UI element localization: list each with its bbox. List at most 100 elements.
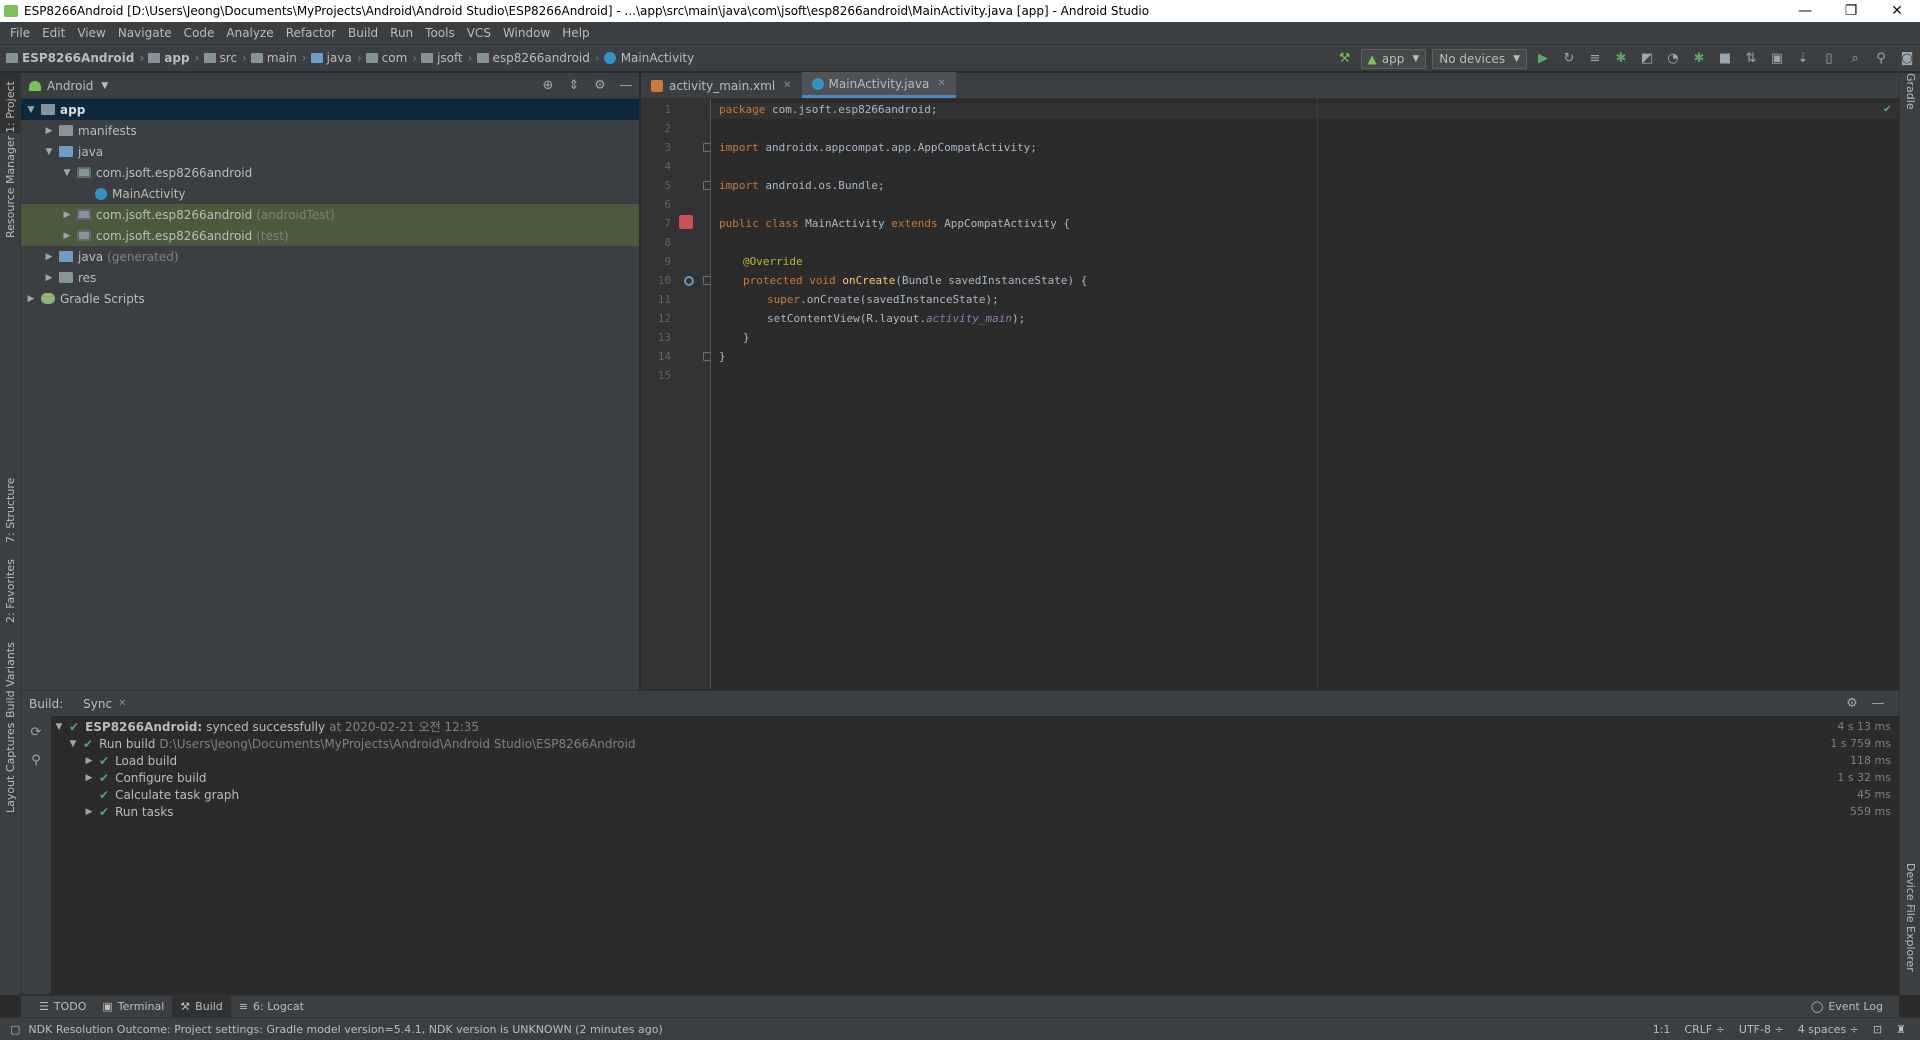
collapsed-arrow-icon[interactable]: ▶ [43, 273, 55, 283]
collapsed-arrow-icon[interactable]: ▶ [43, 126, 55, 136]
tool-tab-resource-manager[interactable]: Resource Manager [0, 136, 21, 238]
coverage-icon[interactable]: ◩ [1635, 49, 1659, 69]
tool-tab-build-variants[interactable]: Build Variants [0, 633, 21, 718]
apply-code-changes-icon[interactable]: ≡ [1583, 49, 1607, 69]
breadcrumb-src[interactable]: src › [203, 51, 247, 65]
breadcrumb-jsoft[interactable]: jsoft › [421, 51, 473, 65]
tree-item-manifests[interactable]: ▶ manifests [21, 120, 639, 141]
tab-mainactivity-java[interactable]: MainActivity.java ✕ [801, 72, 956, 98]
menu-navigate[interactable]: Navigate [112, 26, 178, 40]
breadcrumb-mainactivity[interactable]: MainActivity [603, 51, 694, 65]
menu-vcs[interactable]: VCS [461, 26, 497, 40]
build-row[interactable]: ▶ ✔ Configure build 1 s 32 ms [51, 769, 1899, 786]
status-message[interactable]: NDK Resolution Outcome: Project settings… [28, 1023, 662, 1036]
notifications-icon[interactable]: ♜ [1896, 1023, 1906, 1036]
menu-code[interactable]: Code [178, 26, 221, 40]
user-icon[interactable]: ◙ [1895, 49, 1919, 69]
build-row[interactable]: ▼ ✔ ESP8266Android: synced successfully at 2… [51, 718, 1899, 735]
collapsed-arrow-icon[interactable]: ▶ [83, 807, 95, 817]
search-icon[interactable]: ⚲ [1869, 49, 1893, 69]
menu-window[interactable]: Window [497, 26, 556, 40]
tool-tab-device-file-explorer[interactable]: Device File Explorer [1900, 863, 1920, 993]
tool-tab-build[interactable]: ⚒ Build [172, 995, 231, 1018]
avd-manager-icon[interactable]: ▯ [1817, 49, 1841, 69]
caret-position[interactable]: 1:1 [1653, 1023, 1671, 1036]
tool-tab-structure[interactable]: 7: Structure [0, 473, 21, 543]
tree-item-gradle-scripts[interactable]: ▶ Gradle Scripts [21, 288, 639, 309]
run-icon[interactable]: ▶ [1531, 49, 1555, 69]
build-row[interactable]: ▼ ✔ Run build D:\Users\Jeong\Documents\MyPr… [51, 735, 1899, 752]
attach-debugger-icon[interactable]: ✱ [1687, 49, 1711, 69]
menu-tools[interactable]: Tools [419, 26, 461, 40]
debug-icon[interactable]: ✱ [1609, 49, 1633, 69]
tab-sync[interactable]: Sync [77, 697, 118, 711]
breadcrumb-app[interactable]: app › [148, 51, 200, 65]
tree-item-java[interactable]: ▼ java [21, 141, 639, 162]
collapsed-arrow-icon[interactable]: ▶ [83, 773, 95, 783]
breadcrumb-esp8266android[interactable]: esp8266android › [476, 51, 600, 65]
expanded-arrow-icon[interactable]: ▼ [25, 105, 37, 115]
tree-item-package-main[interactable]: ▼ com.jsoft.esp8266android [21, 162, 639, 183]
collapsed-arrow-icon[interactable]: ▶ [83, 756, 95, 766]
menu-analyze[interactable]: Analyze [220, 26, 279, 40]
chevron-down-icon[interactable]: ▼ [101, 81, 108, 91]
tab-activity-main-xml[interactable]: activity_main.xml ✕ [641, 73, 802, 98]
expanded-arrow-icon[interactable]: ▼ [61, 168, 73, 178]
override-method-icon[interactable] [684, 276, 694, 286]
build-row[interactable]: ▶ ✔ Run tasks 559 ms [51, 803, 1899, 820]
breadcrumb-java[interactable]: java › [310, 51, 362, 65]
collapsed-arrow-icon[interactable]: ▶ [25, 294, 37, 304]
menu-build[interactable]: Build [342, 26, 384, 40]
menu-help[interactable]: Help [556, 26, 595, 40]
tool-tab-terminal[interactable]: ▣ Terminal [94, 996, 172, 1018]
breadcrumb-project[interactable]: ESP8266Android › [6, 51, 144, 65]
tree-item-res[interactable]: ▶ res [21, 267, 639, 288]
hide-panel-icon[interactable]: — [614, 76, 638, 96]
collapsed-arrow-icon[interactable]: ▶ [43, 252, 55, 262]
line-separator-select[interactable]: CRLF ÷ [1684, 1023, 1725, 1036]
encoding-select[interactable]: UTF-8 ÷ [1739, 1023, 1784, 1036]
project-structure-icon[interactable]: ▣ [1765, 49, 1789, 69]
collapsed-arrow-icon[interactable]: ▶ [61, 210, 73, 220]
android-activity-icon[interactable] [679, 215, 693, 229]
run-configuration-select[interactable]: ▲ app ▼ [1360, 48, 1427, 69]
sdk-manager-icon[interactable]: ⇣ [1791, 49, 1815, 69]
restart-sync-icon[interactable]: ⟳ [24, 722, 48, 742]
gear-icon[interactable]: ⚙ [588, 76, 612, 96]
collapse-all-icon[interactable]: ⇕ [562, 76, 586, 96]
tool-tab-project[interactable]: 1: Project [0, 73, 21, 133]
tree-item-package-test[interactable]: ▶ com.jsoft.esp8266android (test) [21, 225, 639, 246]
pin-icon[interactable]: ⚲ [24, 750, 48, 770]
collapsed-arrow-icon[interactable]: ▶ [61, 231, 73, 241]
tree-item-mainactivity[interactable]: MainActivity [21, 183, 639, 204]
close-tab-icon[interactable]: ✕ [937, 78, 945, 89]
menu-refactor[interactable]: Refactor [280, 26, 342, 40]
tool-tab-gradle[interactable]: Gradle [1900, 73, 1920, 133]
restore-button[interactable]: ❐ [1828, 3, 1874, 19]
profile-icon[interactable]: ◔ [1661, 49, 1685, 69]
tool-tab-logcat[interactable]: ≡ 6: Logcat [231, 996, 312, 1018]
apply-changes-icon[interactable]: ↻ [1557, 49, 1581, 69]
build-row[interactable]: ▶ ✔ Load build 118 ms [51, 752, 1899, 769]
tool-tab-layout-captures[interactable]: Layout Captures [0, 723, 21, 813]
menu-view[interactable]: View [71, 26, 111, 40]
tool-tab-favorites[interactable]: 2: Favorites [0, 551, 21, 623]
tree-item-java-generated[interactable]: ▶ java (generated) [21, 246, 639, 267]
tool-tab-event-log[interactable]: ◯ Event Log [1803, 996, 1891, 1018]
breadcrumb-main[interactable]: main › [250, 51, 307, 65]
close-tab-icon[interactable]: ✕ [118, 698, 126, 709]
expanded-arrow-icon[interactable]: ▼ [43, 147, 55, 157]
tool-tab-todo[interactable]: ☰ TODO [31, 996, 94, 1018]
expanded-arrow-icon[interactable]: ▼ [67, 739, 79, 749]
expanded-arrow-icon[interactable]: ▼ [53, 722, 65, 732]
code-editor[interactable]: package com.jsoft.esp8266android; import… [711, 99, 1899, 689]
locate-icon[interactable]: ⊕ [536, 76, 560, 96]
tree-item-app[interactable]: ▼ app [21, 99, 639, 120]
make-project-hammer-icon[interactable]: ⚒ [1333, 49, 1357, 69]
hide-panel-icon[interactable]: — [1866, 694, 1890, 714]
tree-item-package-androidtest[interactable]: ▶ com.jsoft.esp8266android (androidTest) [21, 204, 639, 225]
status-toggle-icon[interactable]: ▢ [10, 1023, 20, 1036]
minimize-button[interactable]: — [1782, 3, 1828, 19]
sync-gradle-icon[interactable]: ⇅ [1739, 49, 1763, 69]
breadcrumb-com[interactable]: com › [365, 51, 417, 65]
